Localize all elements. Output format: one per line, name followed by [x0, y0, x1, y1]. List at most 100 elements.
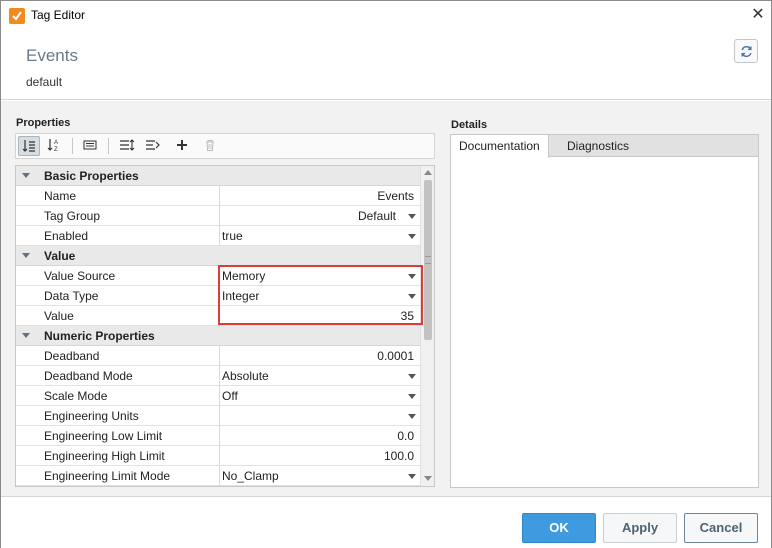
property-row-value-source[interactable]: Value Source Memory	[16, 266, 420, 286]
property-pages-icon	[83, 140, 97, 150]
property-value-select[interactable]: Default	[222, 209, 418, 223]
scroll-down-icon[interactable]	[424, 476, 432, 481]
expand-all-icon	[120, 139, 135, 151]
property-row-engineering-units[interactable]: Engineering Units	[16, 406, 420, 426]
toolbar-separator	[72, 138, 73, 154]
property-name: Engineering Units	[44, 409, 139, 423]
property-row-enabled[interactable]: Enabled true	[16, 226, 420, 246]
property-row-deadband[interactable]: Deadband 0.0001	[16, 346, 420, 366]
collapse-caret-icon[interactable]	[22, 253, 30, 258]
property-value-select[interactable]: Integer	[222, 289, 418, 303]
tag-editor-window: Tag Editor ✕ Events default Properties A…	[0, 0, 772, 548]
property-name: Engineering Low Limit	[44, 429, 163, 443]
expand-all-button[interactable]	[116, 136, 138, 156]
property-value-select[interactable]: Absolute	[222, 369, 418, 383]
property-name: Engineering High Limit	[44, 449, 165, 463]
add-icon	[177, 140, 187, 150]
add-property-button[interactable]	[172, 136, 194, 156]
svg-text:A: A	[54, 140, 58, 146]
column-divider	[219, 466, 220, 486]
property-row-engineering-limit-mode[interactable]: Engineering Limit Mode No_Clamp	[16, 466, 420, 486]
property-row-engineering-low-limit[interactable]: Engineering Low Limit 0.0	[16, 426, 420, 446]
chevron-down-icon[interactable]	[408, 474, 416, 479]
property-pages-button[interactable]	[80, 136, 102, 156]
property-row-tag-group[interactable]: Tag Group Default	[16, 206, 420, 226]
column-divider	[219, 206, 220, 226]
window-title: Tag Editor	[31, 8, 86, 22]
cancel-button[interactable]: Cancel	[684, 513, 758, 543]
property-value-select[interactable]: Off	[222, 389, 418, 403]
tag-name-heading: Events	[26, 46, 78, 65]
properties-toolbar: A Z	[15, 133, 435, 159]
property-value-select[interactable]: No_Clamp	[222, 469, 418, 483]
sort-alphabetical-icon: A Z	[47, 139, 58, 152]
chevron-down-icon[interactable]	[408, 374, 416, 379]
collapse-all-icon	[146, 140, 160, 150]
details-panel: Documentation Diagnostics	[450, 134, 759, 488]
chevron-down-icon[interactable]	[408, 234, 416, 239]
category-label: Value	[44, 249, 76, 263]
tab-diagnostics[interactable]: Diagnostics	[559, 135, 637, 157]
chevron-down-icon[interactable]	[408, 274, 416, 279]
chevron-down-icon[interactable]	[408, 294, 416, 299]
scroll-grip-icon	[425, 256, 431, 264]
ok-button[interactable]: OK	[522, 513, 596, 543]
property-name: Value Source	[44, 269, 116, 283]
tab-documentation[interactable]: Documentation	[451, 135, 549, 158]
category-basic-properties[interactable]: Basic Properties	[16, 166, 420, 186]
sort-categorized-icon	[22, 140, 35, 152]
property-name: Deadband Mode	[44, 369, 133, 383]
property-value-select[interactable]: true	[222, 229, 418, 243]
property-row-data-type[interactable]: Data Type Integer	[16, 286, 420, 306]
app-logo-icon	[9, 8, 25, 24]
category-value[interactable]: Value	[16, 246, 420, 266]
property-value-input[interactable]: 0.0	[222, 429, 418, 443]
property-name: Value	[44, 309, 74, 323]
refresh-button[interactable]	[734, 39, 758, 63]
grid-scrollbar[interactable]	[420, 166, 434, 486]
column-divider	[219, 446, 220, 466]
property-value-select[interactable]: Memory	[222, 269, 418, 283]
property-name: Name	[44, 189, 77, 203]
property-name: Tag Group	[44, 209, 101, 223]
sort-alphabetical-button[interactable]: A Z	[44, 136, 66, 156]
column-divider	[219, 386, 220, 406]
property-name: Scale Mode	[44, 389, 108, 403]
column-divider	[219, 406, 220, 426]
svg-text:Z: Z	[54, 147, 58, 152]
details-tabbar: Documentation Diagnostics	[451, 135, 758, 158]
property-name: Enabled	[44, 229, 89, 243]
chevron-down-icon[interactable]	[408, 214, 416, 219]
column-divider	[219, 186, 220, 206]
category-numeric-properties[interactable]: Numeric Properties	[16, 326, 420, 346]
property-name: Engineering Limit Mode	[44, 469, 171, 483]
property-grid: Basic Properties Name Events Tag Group D…	[15, 165, 435, 487]
apply-button[interactable]: Apply	[603, 513, 677, 543]
scroll-up-icon[interactable]	[424, 170, 432, 175]
property-value-input[interactable]: 0.0001	[222, 349, 418, 363]
column-divider	[219, 286, 220, 306]
column-divider	[219, 306, 220, 326]
toolbar-separator	[108, 138, 109, 154]
column-divider	[219, 366, 220, 386]
property-value-input[interactable]: 100.0	[222, 449, 418, 463]
refresh-icon	[741, 45, 752, 58]
property-row-value[interactable]: Value 35	[16, 306, 420, 326]
chevron-down-icon[interactable]	[408, 394, 416, 399]
details-label: Details	[451, 119, 488, 131]
collapse-caret-icon[interactable]	[22, 333, 30, 338]
property-row-engineering-high-limit[interactable]: Engineering High Limit 100.0	[16, 446, 420, 466]
properties-label: Properties	[16, 117, 71, 129]
close-icon[interactable]: ✕	[748, 5, 768, 25]
dialog-footer: OK Apply Cancel	[1, 496, 771, 548]
property-row-scale-mode[interactable]: Scale Mode Off	[16, 386, 420, 406]
collapse-all-button[interactable]	[142, 136, 164, 156]
chevron-down-icon[interactable]	[408, 414, 416, 419]
property-row-name[interactable]: Name Events	[16, 186, 420, 206]
property-value-input[interactable]: 35	[222, 309, 418, 323]
collapse-caret-icon[interactable]	[22, 173, 30, 178]
delete-property-button[interactable]	[200, 136, 222, 156]
sort-categorized-button[interactable]	[18, 136, 40, 156]
property-row-deadband-mode[interactable]: Deadband Mode Absolute	[16, 366, 420, 386]
property-value-input[interactable]: Events	[222, 189, 418, 203]
